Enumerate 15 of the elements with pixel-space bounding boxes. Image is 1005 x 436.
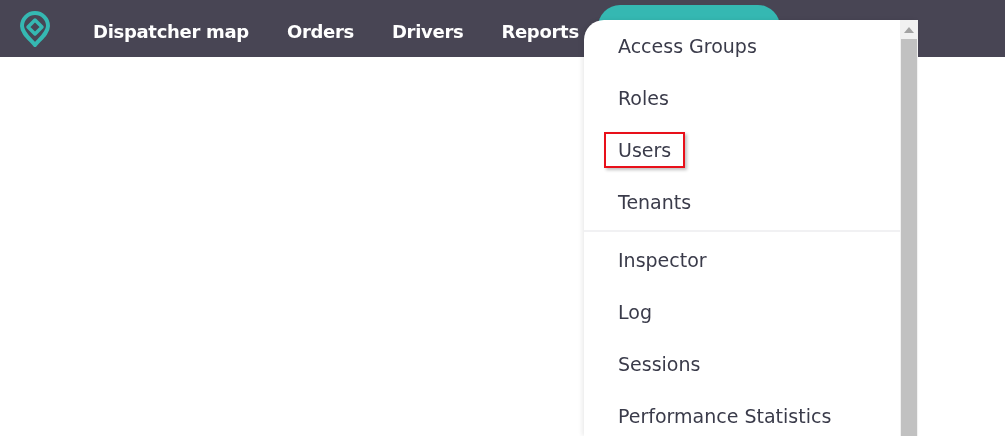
- menu-item[interactable]: Sessions: [604, 346, 715, 382]
- menu-item[interactable]: Users: [604, 132, 686, 168]
- scrollbar-thumb[interactable]: [901, 39, 917, 436]
- scroll-up-arrow-icon[interactable]: [904, 27, 914, 33]
- scrollbar[interactable]: [900, 20, 918, 436]
- menu-item[interactable]: Log: [604, 294, 666, 330]
- nav-link[interactable]: Dispatcher map: [74, 5, 268, 57]
- nav-link[interactable]: Orders: [267, 5, 373, 57]
- nav-link[interactable]: Drivers: [372, 5, 483, 57]
- menu-item[interactable]: Tenants: [604, 184, 706, 220]
- menu-item[interactable]: Inspector: [604, 242, 721, 278]
- location-pin-logo-icon[interactable]: [20, 10, 50, 47]
- menu-item[interactable]: Performance Statistics: [604, 398, 846, 434]
- menu-item[interactable]: Access Groups: [604, 28, 771, 64]
- menu-item[interactable]: Roles: [604, 80, 683, 116]
